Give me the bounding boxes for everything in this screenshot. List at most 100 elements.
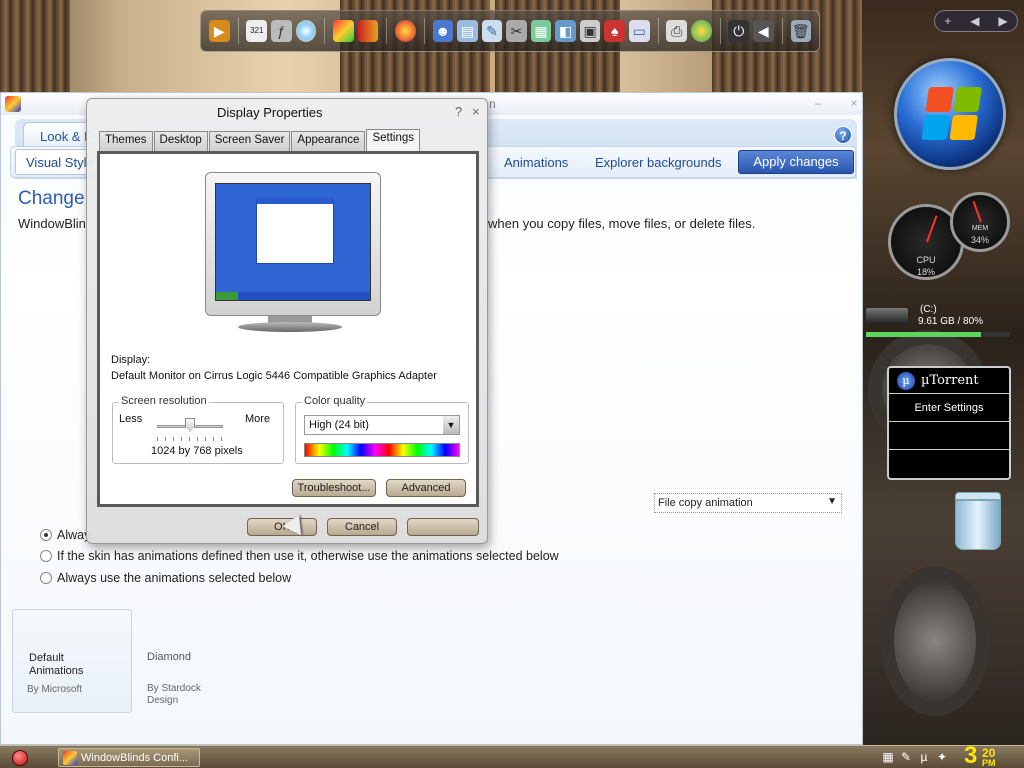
preview-taskbar [216, 292, 370, 300]
page-description-right: when you copy files, move files, or dele… [488, 216, 756, 231]
tools-tray-icon[interactable]: ✎ [898, 748, 914, 766]
dialog-title: Display Properties [217, 105, 323, 120]
trash-icon[interactable]: 🗑 [790, 20, 812, 42]
apply-changes-button[interactable]: Apply changes [738, 150, 854, 174]
cpu-gauge-label: CPU [916, 255, 936, 265]
network-icon[interactable] [690, 20, 712, 42]
cards-icon[interactable]: ♠ [604, 20, 625, 42]
tools-icon[interactable]: ✂ [506, 20, 527, 42]
display-properties-dialog: Display Properties ? × Themes Desktop Sc… [86, 98, 488, 544]
color-quality-caption: Color quality [302, 395, 368, 407]
settings-pane: Display: Default Monitor on Cirrus Logic… [97, 151, 479, 507]
apply-button[interactable] [407, 518, 479, 536]
printer-icon[interactable]: ⎙ [666, 20, 687, 42]
utorrent-menu-item[interactable] [889, 450, 1009, 478]
utorrent-tray-icon[interactable]: µ [916, 748, 932, 766]
windowblinds-app-icon [63, 751, 77, 765]
tab-themes[interactable]: Themes [99, 131, 153, 151]
help-button[interactable]: ? [455, 104, 462, 119]
color-quality-value: High (24 bit) [309, 419, 369, 431]
tab-screen-saver[interactable]: Screen Saver [208, 131, 291, 151]
resolution-value: 1024 by 768 pixels [151, 445, 243, 457]
cpu-gauge-value: 18% [916, 267, 935, 277]
people-icon[interactable]: ☻ [432, 20, 454, 42]
add-gadget-icon[interactable]: + [944, 14, 951, 28]
utorrent-logo-icon: µ [897, 371, 915, 390]
animation-card-default[interactable]: Default Animations By Microsoft [12, 609, 132, 713]
subnav-explorer-backgrounds[interactable]: Explorer backgrounds [595, 155, 721, 170]
tab-desktop[interactable]: Desktop [153, 131, 208, 151]
launchbar-separator [237, 18, 239, 44]
utorrent-menu-item[interactable] [889, 422, 1009, 450]
tab-appearance[interactable]: Appearance [291, 131, 366, 151]
utorrent-gadget: µ µTorrent Enter Settings [887, 366, 1011, 480]
radio-button[interactable] [40, 529, 52, 541]
cpu-gauge-needle [926, 215, 938, 243]
animation-title: Default Animations [29, 652, 84, 677]
taskbar-clock[interactable]: 3 20 PM [964, 742, 996, 768]
folder-icon[interactable]: ▭ [628, 20, 650, 42]
radio-always-selected[interactable]: Always use the animations selected below [40, 571, 291, 585]
windows-orb-clock[interactable] [894, 58, 1006, 170]
files-icon[interactable]: ▦ [530, 20, 552, 42]
more-label: More [245, 413, 271, 425]
radio-always[interactable]: Alway [40, 528, 90, 542]
radio-button[interactable] [40, 572, 52, 584]
chevron-left-icon[interactable]: ◀ [970, 14, 979, 28]
animation-author: By Microsoft [27, 684, 83, 695]
resolution-slider-ticks [157, 437, 223, 441]
window-title: n [489, 97, 496, 111]
cd-icon[interactable] [295, 20, 317, 42]
tab-settings[interactable]: Settings [366, 129, 421, 151]
drive-usage-fill [866, 332, 982, 337]
memory-gauge-needle [972, 201, 982, 223]
books-icon[interactable] [357, 20, 379, 42]
paint-icon[interactable] [333, 20, 354, 42]
grid-icon[interactable]: ▣ [579, 20, 601, 42]
screen-resolution-group: Screen resolution Less More 1024 by 768 … [112, 395, 284, 464]
docs-icon[interactable]: ▤ [457, 20, 478, 42]
animation-author: By Stardock Design [147, 683, 201, 706]
flash-icon[interactable]: ƒ [271, 20, 292, 42]
drive-info: 9.61 GB / 80% [918, 316, 984, 327]
color-quality-select[interactable]: High (24 bit) ▼ [304, 415, 460, 435]
animation-type-dropdown[interactable]: File copy animation ▼ [654, 493, 842, 513]
control-icon[interactable]: ◧ [555, 20, 576, 42]
minimize-icon[interactable]: – [811, 96, 825, 110]
dialog-tabs: Themes Desktop Screen Saver Appearance S… [99, 129, 421, 151]
radio-skin-defined[interactable]: If the skin has animations defined then … [40, 549, 559, 563]
notepad-icon[interactable]: ✎ [481, 20, 503, 42]
launchbar-separator [719, 18, 721, 44]
back-icon[interactable]: ◀ [753, 20, 774, 42]
taskbar-item-windowblinds[interactable]: WindowBlinds Confi... [58, 748, 200, 767]
recycle-bin-icon[interactable] [955, 492, 1001, 552]
close-icon[interactable]: × [847, 96, 861, 110]
media-player-icon[interactable]: ▶ [209, 20, 230, 42]
firefox-icon[interactable] [395, 20, 416, 42]
close-button[interactable]: × [472, 104, 480, 119]
memory-gauge-label: MEM [971, 225, 989, 232]
utorrent-header: µ µTorrent [889, 368, 1009, 394]
calendar-321-icon[interactable]: 321 [246, 20, 268, 42]
power-icon[interactable]: ⏻ [728, 20, 750, 42]
color-spectrum-bar [304, 443, 460, 457]
utorrent-menu-item[interactable]: Enter Settings [889, 394, 1009, 422]
network-tray-icon[interactable]: ▦ [880, 748, 896, 766]
screen-resolution-caption: Screen resolution [119, 395, 209, 407]
animation-title: Diamond [147, 651, 192, 663]
help-icon[interactable]: ? [834, 126, 852, 144]
windowblinds-app-icon [5, 96, 21, 112]
sidebar-controls: + ◀ ▶ [934, 10, 1018, 32]
troubleshoot-button[interactable]: Troubleshoot... [292, 479, 376, 497]
subnav-animations[interactable]: Animations [504, 155, 568, 170]
monitor-screen [215, 183, 371, 301]
taskbar: WindowBlinds Confi... ▦ ✎ µ ✦ 3 20 PM [0, 742, 1024, 768]
start-button[interactable] [12, 750, 28, 766]
radio-button[interactable] [40, 550, 52, 562]
resolution-slider[interactable] [185, 418, 195, 432]
advanced-button[interactable]: Advanced [386, 479, 466, 497]
cancel-button[interactable]: Cancel [327, 518, 397, 536]
chevron-right-icon[interactable]: ▶ [998, 14, 1007, 28]
wand-tray-icon[interactable]: ✦ [934, 748, 950, 766]
clock-hour: 3 [964, 742, 978, 768]
